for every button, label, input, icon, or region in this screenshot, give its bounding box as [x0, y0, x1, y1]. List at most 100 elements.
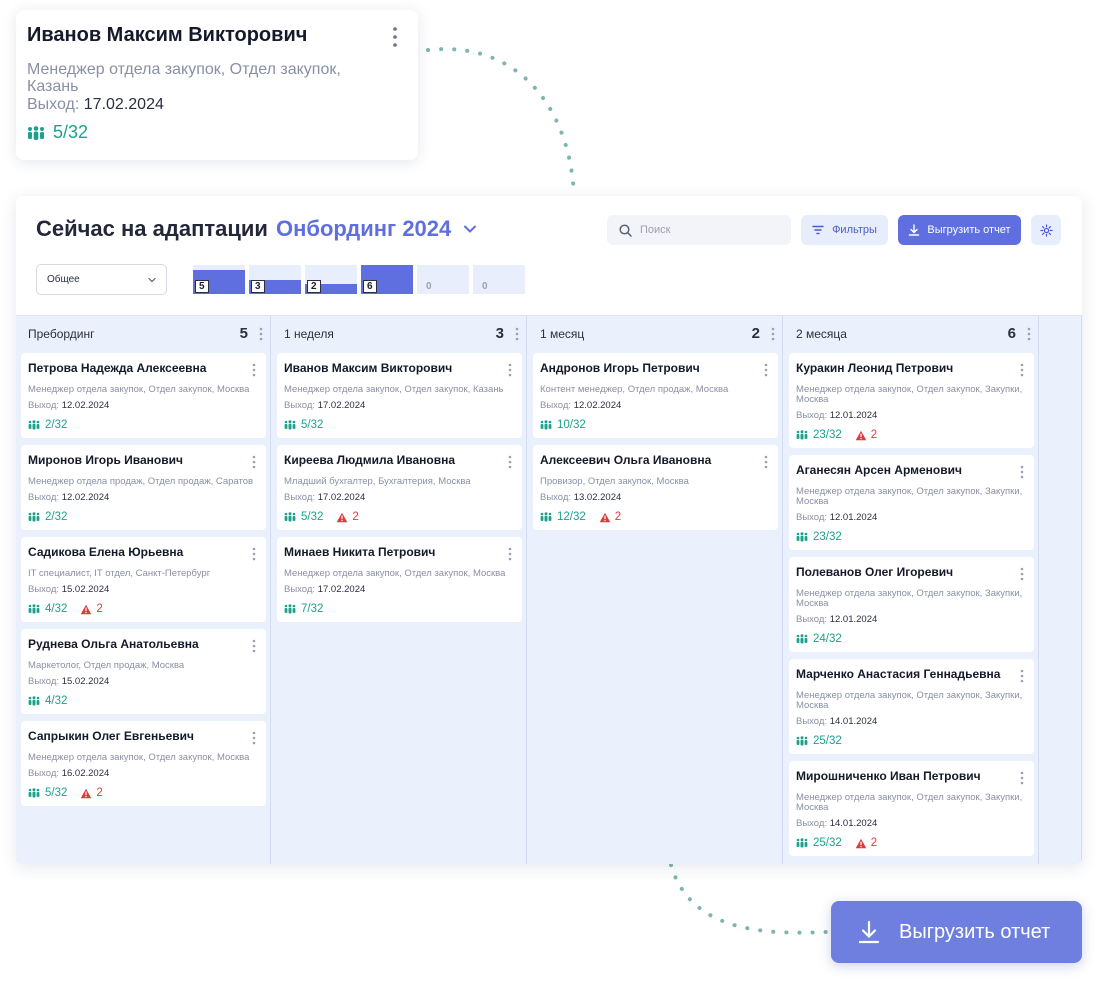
employee-exit: Выход: 12.02.2024 — [28, 400, 110, 411]
employee-card[interactable]: Сапрыкин Олег Евгеньевич Менеджер отдела … — [21, 721, 266, 806]
kebab-icon[interactable] — [507, 547, 513, 561]
kebab-icon[interactable] — [251, 547, 257, 561]
column-count: 3 — [495, 325, 504, 342]
kebab-icon[interactable] — [770, 327, 776, 341]
employee-exit: Выход: 12.01.2024 — [796, 512, 878, 523]
kebab-icon[interactable] — [514, 327, 520, 341]
employee-role: Маркетолог, Отдел продаж, Москва — [28, 660, 185, 671]
kebab-icon[interactable] — [251, 363, 257, 377]
employee-progress: 23/32 — [813, 531, 842, 543]
warning-badge: 2 — [599, 511, 621, 523]
employee-stats: 5/32 2 — [284, 511, 514, 523]
column-header: 1 неделя 3 — [272, 316, 526, 351]
employee-card[interactable]: Иванов Максим Викторович Менеджер отдела … — [277, 353, 522, 438]
employee-exit-date: 12.02.2024 — [61, 400, 110, 411]
kebab-icon[interactable] — [1019, 363, 1025, 377]
chevron-down-icon — [148, 277, 156, 282]
employee-card[interactable]: Садикова Елена Юрьевна IT специалист, IT … — [21, 537, 266, 622]
settings-button[interactable] — [1031, 215, 1061, 245]
warning-badge: 2 — [80, 603, 103, 615]
employee-progress: 23/32 — [813, 429, 842, 441]
kebab-icon[interactable] — [390, 26, 400, 48]
employee-role: Менеджер отдела закупок, Отдел закупок, … — [796, 690, 1023, 711]
kebab-icon[interactable] — [507, 363, 513, 377]
employee-card[interactable]: Руднева Ольга Анатольевна Маркетолог, Отд… — [21, 629, 266, 714]
employee-stats: 25/32 2 — [796, 837, 1026, 849]
adaptation-board: Сейчас на адаптации Онбординг 2024 Поиск… — [16, 196, 1082, 864]
kebab-icon[interactable] — [1026, 327, 1032, 341]
employee-exit: Выход: 12.02.2024 — [28, 492, 110, 503]
kebab-icon[interactable] — [1019, 567, 1025, 581]
employee-name: Киреева Людмила Ивановна — [284, 453, 456, 467]
employee-exit-date: 12.02.2024 — [61, 492, 110, 503]
search-icon — [619, 223, 632, 237]
column-header: Пребординг 5 — [16, 316, 270, 351]
employee-exit: Выход: 17.02.2024 — [284, 584, 366, 595]
employee-role: Менеджер отдела закупок, Отдел закупок, … — [796, 384, 1023, 405]
employee-card[interactable]: Марченко Анастасия Геннадьевна Менеджер о… — [789, 659, 1034, 754]
warning-badge: 2 — [855, 837, 877, 849]
column-title: 1 неделя — [284, 326, 334, 341]
employee-role: Провизор, Отдел закупок, Москва — [540, 476, 689, 487]
kebab-icon[interactable] — [251, 731, 257, 745]
kebab-icon[interactable] — [763, 455, 769, 469]
filter-button[interactable]: Фильтры — [801, 215, 888, 245]
employee-card[interactable]: Мирошниченко Иван Петрович Менеджер отдел… — [789, 761, 1034, 856]
gear-icon — [1039, 223, 1053, 237]
employee-name: Садикова Елена Юрьевна — [28, 545, 184, 559]
kebab-icon[interactable] — [258, 327, 264, 341]
mini-bar: 3 — [249, 265, 301, 294]
stage-mini-chart: 5 3 2 6 0 0 — [193, 265, 525, 294]
employee-exit-date: 16.02.2024 — [61, 768, 110, 779]
employee-card[interactable]: Аганесян Арсен Арменович Менеджер отдела … — [789, 455, 1034, 550]
export-report-button[interactable]: Выгрузить отчет — [898, 215, 1021, 245]
people-icon — [540, 420, 552, 430]
project-selector[interactable]: Онбординг 2024 — [276, 216, 451, 242]
kebab-icon[interactable] — [1019, 465, 1025, 479]
kebab-icon[interactable] — [507, 455, 513, 469]
employee-card[interactable]: Киреева Людмила Ивановна Младший бухгалте… — [277, 445, 522, 530]
warning-icon — [855, 838, 867, 848]
employee-card[interactable]: Петрова Надежда Алексеевна Менеджер отдел… — [21, 353, 266, 438]
people-icon — [28, 604, 40, 614]
employee-role: Контент менеджер, Отдел продаж, Москва — [540, 384, 729, 395]
kebab-icon[interactable] — [251, 455, 257, 469]
employee-card[interactable]: Минаев Никита Петрович Менеджер отдела за… — [277, 537, 522, 622]
page-title: Сейчас на адаптации Онбординг 2024 — [36, 216, 477, 242]
kebab-icon[interactable] — [1019, 771, 1025, 785]
export-report-cta[interactable]: Выгрузить отчет — [831, 901, 1082, 963]
people-icon — [284, 604, 296, 614]
employee-exit: Выход: 12.01.2024 — [796, 614, 878, 625]
employee-exit: Выход: 13.02.2024 — [540, 492, 622, 503]
employee-progress: 2/32 — [45, 511, 68, 523]
kebab-icon[interactable] — [763, 363, 769, 377]
employee-stats: 10/32 — [540, 419, 770, 431]
employee-card[interactable]: Андронов Игорь Петрович Контент менеджер,… — [533, 353, 778, 438]
kebab-icon[interactable] — [1019, 669, 1025, 683]
kebab-icon[interactable] — [251, 639, 257, 653]
chevron-down-icon[interactable] — [463, 222, 477, 236]
column-count: 6 — [1007, 325, 1016, 342]
people-icon — [284, 420, 296, 430]
people-icon — [796, 430, 808, 440]
stage-column-stub — [1040, 316, 1082, 864]
warning-badge: 2 — [855, 429, 877, 441]
employee-name: Миронов Игорь Иванович — [28, 453, 183, 467]
mini-bar-label: 5 — [195, 280, 209, 293]
employee-exit-date: 17.02.2024 — [317, 492, 366, 503]
employee-card[interactable]: Куракин Леонид Петрович Менеджер отдела з… — [789, 353, 1034, 448]
employee-card[interactable]: Полеванов Олег Игоревич Менеджер отдела з… — [789, 557, 1034, 652]
stage-columns: Пребординг 5 Петрова Надежда Алексеевна Мен… — [16, 315, 1082, 864]
employee-card[interactable]: Миронов Игорь Иванович Менеджер отдела пр… — [21, 445, 266, 530]
zoomed-employee-card[interactable]: Иванов Максим Викторович Менеджер отдела… — [16, 10, 418, 160]
view-select[interactable]: Общее — [36, 264, 167, 295]
zoom-card-exit: Выход: 17.02.2024 — [27, 96, 164, 113]
employee-card[interactable]: Алексеевич Ольга Ивановна Провизор, Отдел… — [533, 445, 778, 530]
employee-stats: 7/32 — [284, 603, 514, 615]
employee-exit-date: 13.02.2024 — [573, 492, 622, 503]
employee-progress: 7/32 — [301, 603, 324, 615]
search-input[interactable]: Поиск — [607, 215, 791, 245]
employee-exit-date: 14.01.2024 — [829, 716, 878, 727]
mini-bar: 0 — [417, 265, 469, 294]
employee-exit: Выход: 12.02.2024 — [540, 400, 622, 411]
